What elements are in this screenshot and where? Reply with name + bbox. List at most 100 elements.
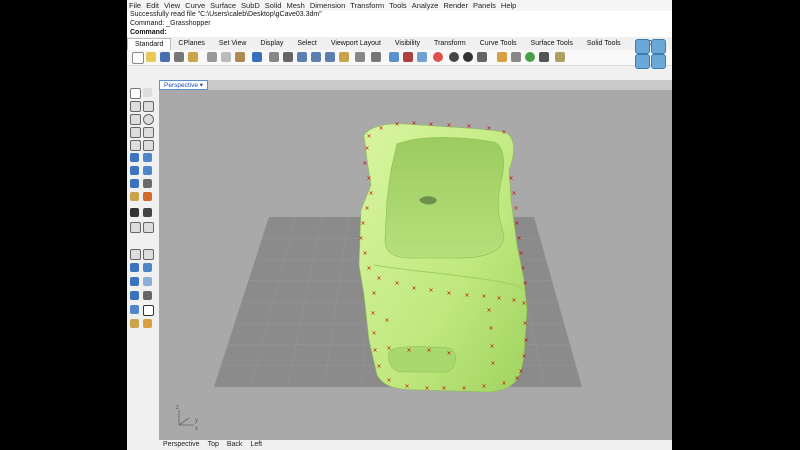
control-point[interactable]: × xyxy=(428,287,433,294)
material-icon[interactable] xyxy=(449,52,459,62)
control-point[interactable]: × xyxy=(394,280,399,287)
menu-render[interactable]: Render xyxy=(443,0,468,11)
control-point[interactable]: × xyxy=(362,160,367,167)
control-point[interactable]: × xyxy=(501,380,506,387)
tab-visibility[interactable]: Visibility xyxy=(388,38,427,50)
menu-solid[interactable]: Solid xyxy=(265,0,282,11)
analyze-icon[interactable] xyxy=(143,291,152,300)
polyline-icon[interactable] xyxy=(130,101,141,112)
control-point[interactable]: × xyxy=(461,385,466,392)
tab-set-view[interactable]: Set View xyxy=(212,38,254,50)
control-point[interactable]: × xyxy=(406,347,411,354)
control-point[interactable]: × xyxy=(364,205,369,212)
control-point[interactable]: × xyxy=(518,250,523,257)
control-point[interactable]: × xyxy=(358,235,363,242)
control-point[interactable]: × xyxy=(514,220,519,227)
sphere-icon[interactable] xyxy=(433,52,443,62)
surface-icon[interactable] xyxy=(130,153,139,162)
copy-icon[interactable] xyxy=(221,52,231,62)
boolean-icon[interactable] xyxy=(130,208,139,217)
control-point[interactable]: × xyxy=(486,125,491,132)
control-point[interactable]: × xyxy=(441,385,446,392)
control-point[interactable]: × xyxy=(513,205,518,212)
control-point[interactable]: × xyxy=(371,290,376,297)
control-point[interactable]: × xyxy=(486,307,491,314)
control-point[interactable]: × xyxy=(514,375,519,382)
zoom-window-icon[interactable] xyxy=(311,52,321,62)
control-point[interactable]: × xyxy=(378,125,383,132)
control-point[interactable]: × xyxy=(488,325,493,332)
cube-view-icon[interactable] xyxy=(651,54,666,69)
help-icon[interactable] xyxy=(497,52,507,62)
undo-icon[interactable] xyxy=(252,52,262,62)
render-icon[interactable] xyxy=(525,52,535,62)
menu-mesh[interactable]: Mesh xyxy=(286,0,304,11)
viewport-tab-left[interactable]: Left xyxy=(246,440,266,450)
control-point[interactable]: × xyxy=(508,175,513,182)
control-point[interactable]: × xyxy=(518,368,523,375)
menu-tools[interactable]: Tools xyxy=(389,0,407,11)
control-point[interactable]: × xyxy=(371,330,376,337)
menu-subd[interactable]: SubD xyxy=(241,0,260,11)
grid-icon[interactable] xyxy=(355,52,365,62)
open-icon[interactable] xyxy=(146,52,156,62)
render-icon[interactable] xyxy=(417,52,427,62)
zoom-selected-icon[interactable] xyxy=(339,52,349,62)
properties-icon[interactable] xyxy=(389,52,399,62)
pan-icon[interactable] xyxy=(269,52,279,62)
tab-transform[interactable]: Transform xyxy=(427,38,473,50)
control-point[interactable]: × xyxy=(446,350,451,357)
sphere-view-icon[interactable] xyxy=(635,54,650,69)
rectangle-icon[interactable] xyxy=(143,127,154,138)
tab-viewport-layout[interactable]: Viewport Layout xyxy=(324,38,388,50)
menu-panels[interactable]: Panels xyxy=(473,0,496,11)
new-icon[interactable] xyxy=(132,52,144,64)
control-point[interactable]: × xyxy=(521,353,526,360)
menu-curve[interactable]: Curve xyxy=(185,0,205,11)
viewport-title-tab[interactable]: Perspective ▾ xyxy=(159,80,209,90)
surface-tools-icon[interactable] xyxy=(143,153,152,162)
mesh-tools-icon[interactable] xyxy=(143,179,152,188)
settings-icon[interactable] xyxy=(477,52,487,62)
tab-curve-tools[interactable]: Curve Tools xyxy=(473,38,524,50)
import-icon[interactable] xyxy=(188,52,198,62)
control-point[interactable]: × xyxy=(370,310,375,317)
car-icon[interactable] xyxy=(403,52,413,62)
menu-view[interactable]: View xyxy=(164,0,180,11)
menu-analyze[interactable]: Analyze xyxy=(412,0,439,11)
point-icon[interactable] xyxy=(143,88,152,97)
grid-tools-icon[interactable] xyxy=(130,305,139,314)
viewport-tab-perspective[interactable]: Perspective xyxy=(159,440,204,450)
solid-tools-icon[interactable] xyxy=(143,166,152,175)
split-icon[interactable] xyxy=(130,263,139,272)
print-icon[interactable] xyxy=(174,52,184,62)
control-point[interactable]: × xyxy=(411,285,416,292)
tab-cplanes[interactable]: CPlanes xyxy=(171,38,211,50)
dimension-icon[interactable] xyxy=(143,277,152,286)
line-icon[interactable] xyxy=(143,101,154,112)
menu-surface[interactable]: Surface xyxy=(210,0,236,11)
control-point[interactable]: × xyxy=(511,297,516,304)
checkmark-icon[interactable] xyxy=(143,305,154,316)
explode-icon[interactable] xyxy=(143,192,152,201)
control-point[interactable]: × xyxy=(489,343,494,350)
render-tools-icon[interactable] xyxy=(130,319,139,328)
zoom-extents-icon[interactable] xyxy=(325,52,335,62)
arc-icon[interactable] xyxy=(130,127,141,138)
control-point[interactable]: × xyxy=(522,320,527,327)
fillet-icon[interactable] xyxy=(130,249,141,260)
control-point[interactable]: × xyxy=(511,190,516,197)
control-point[interactable]: × xyxy=(366,175,371,182)
control-point[interactable]: × xyxy=(490,360,495,367)
control-point[interactable]: × xyxy=(428,121,433,128)
menu-dimension[interactable]: Dimension xyxy=(310,0,345,11)
control-point[interactable]: × xyxy=(481,383,486,390)
array-icon[interactable] xyxy=(130,277,139,286)
menu-file[interactable]: File xyxy=(129,0,141,11)
tab-display[interactable]: Display xyxy=(253,38,290,50)
control-point[interactable]: × xyxy=(446,290,451,297)
save-icon[interactable] xyxy=(160,52,170,62)
control-point[interactable]: × xyxy=(516,235,521,242)
control-point[interactable]: × xyxy=(501,129,506,136)
command-prompt[interactable]: Command: xyxy=(127,29,672,37)
